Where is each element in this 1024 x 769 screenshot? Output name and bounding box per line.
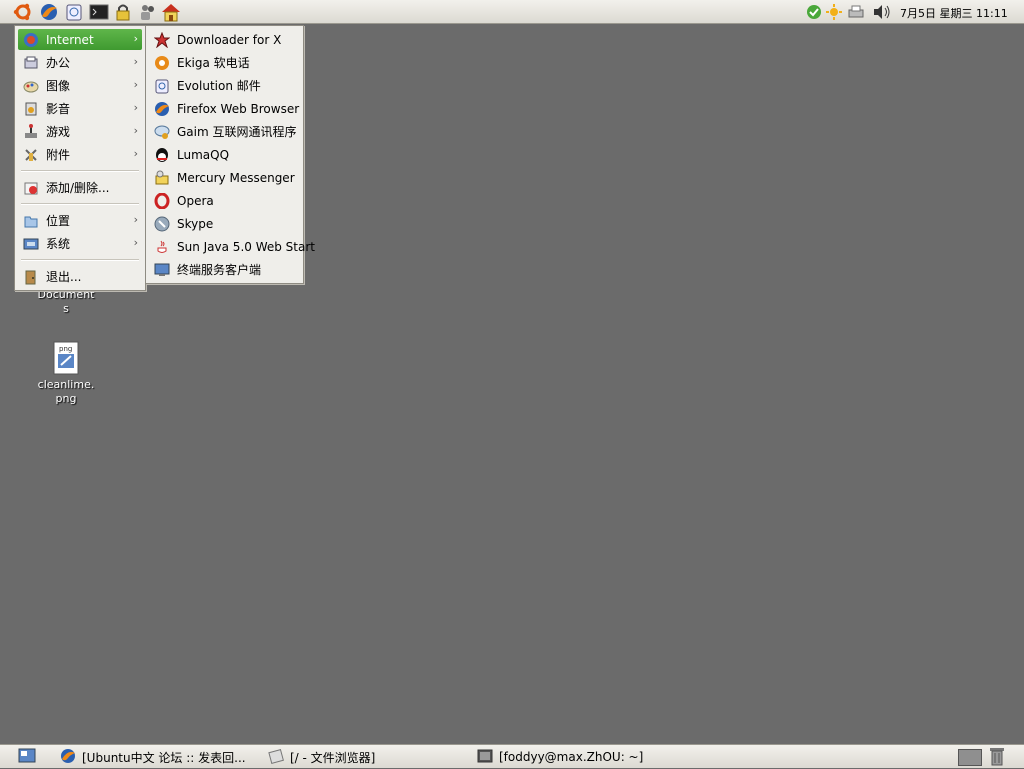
submenu-item-firefox[interactable]: Firefox Web Browser [149,98,300,119]
gaim-icon [153,123,171,141]
submenu-item-lumaqq[interactable]: LumaQQ [149,144,300,165]
accessories-icon [22,146,40,164]
submenu-item-gaim[interactable]: Gaim 互联网通讯程序 [149,121,300,142]
system-icon [22,235,40,253]
menu-item-multimedia[interactable]: 影音 › [18,98,142,119]
submenu-item-opera[interactable]: Opera [149,190,300,211]
submenu-item-mercury[interactable]: Mercury Messenger [149,167,300,188]
image-file-icon: png [31,340,101,378]
firefox-icon [153,100,171,118]
submenu-item-evolution[interactable]: Evolution 邮件 [149,75,300,96]
top-panel: 7月5日 星期三 11:11 [0,0,1024,24]
opera-icon [153,192,171,210]
ubuntu-logo-icon[interactable] [12,1,34,23]
menu-item-graphics[interactable]: 图像 › [18,75,142,96]
games-icon [22,123,40,141]
show-desktop-icon [18,748,36,767]
mercury-icon [153,169,171,187]
firefox-icon [60,748,76,767]
menu-item-internet[interactable]: Internet › [18,29,142,50]
desktop-icon-label: cleanlime. png [37,378,95,405]
places-icon [22,212,40,230]
skype-icon [153,215,171,233]
menu-item-games[interactable]: 游戏 › [18,121,142,142]
submenu-item-downloader[interactable]: Downloader for X [149,29,300,50]
file-browser-icon [268,748,284,767]
menu-separator [21,259,139,261]
chevron-right-icon: › [133,101,138,114]
ekiga-icon [153,54,171,72]
trash-button[interactable] [988,746,1006,769]
logout-icon [22,268,40,286]
terminal-icon[interactable] [88,1,110,23]
update-check-icon[interactable] [804,2,824,22]
terminal-icon [477,748,493,767]
office-icon [22,54,40,72]
submenu-item-terminal-server[interactable]: 终端服务客户端 [149,259,300,280]
desktop-icon-label: Document s [37,288,95,315]
menu-item-accessories[interactable]: 附件 › [18,144,142,165]
taskbar-item-file-browser[interactable]: [/ - 文件浏览器] [268,748,375,766]
submenu-item-java[interactable]: Sun Java 5.0 Web Start [149,236,315,257]
submenu-item-skype[interactable]: Skype [149,213,300,234]
chevron-right-icon: › [133,147,138,160]
bottom-panel: [Ubuntu中文 论坛 :: 发表回... [/ - 文件浏览器] [fodd… [0,744,1024,768]
volume-icon[interactable] [872,2,892,22]
internet-submenu: Downloader for X Ekiga 软电话 Evolution 邮件 … [145,25,315,284]
menu-item-system[interactable]: 系统 › [18,233,142,254]
multimedia-icon [22,100,40,118]
lock-icon[interactable] [112,1,134,23]
menu-item-logout[interactable]: 退出... [18,266,142,287]
chevron-right-icon: › [133,213,138,226]
svg-text:png: png [59,345,72,353]
downloader-icon [153,31,171,49]
applications-menu: Internet › 办公 › 图像 › 影音 › 游戏 › 附件 › 添加/删… [14,25,146,291]
submenu-item-ekiga[interactable]: Ekiga 软电话 [149,52,300,73]
trash-icon [988,746,1006,769]
firefox-icon[interactable] [38,1,60,23]
add-remove-icon [22,179,40,197]
terminal-server-icon [153,261,171,279]
chevron-right-icon: › [133,124,138,137]
chevron-right-icon: › [133,236,138,249]
globe-icon [22,31,40,49]
graphics-icon [22,77,40,95]
evolution-icon [153,77,171,95]
taskbar-item-terminal[interactable]: [foddyy@max.ZhOU: ~] [477,748,643,766]
desktop-icon-cleanlime[interactable]: png cleanlime. png [31,340,101,406]
people-icon[interactable] [136,1,158,23]
clock[interactable]: 7月5日 星期三 11:11 [900,5,1008,21]
menu-item-office[interactable]: 办公 › [18,52,142,73]
menu-item-places[interactable]: 位置 › [18,210,142,231]
workspace-switcher[interactable] [958,749,982,766]
chevron-right-icon: › [133,55,138,68]
java-icon [153,238,171,256]
show-desktop-button[interactable] [18,748,36,766]
home-icon[interactable] [160,1,182,23]
sun-update-icon[interactable] [824,2,844,22]
lumaqq-icon [153,146,171,164]
desktop-icon-documents[interactable]: Document s [31,288,101,316]
menu-separator [21,203,139,205]
chevron-right-icon: › [133,78,138,91]
chevron-right-icon: › [133,32,138,45]
evolution-mail-icon[interactable] [63,1,85,23]
menu-item-add-remove[interactable]: 添加/删除... [18,177,142,198]
menu-separator [21,170,139,172]
printer-icon[interactable] [846,2,866,22]
taskbar-item-firefox[interactable]: [Ubuntu中文 论坛 :: 发表回... [60,748,246,766]
